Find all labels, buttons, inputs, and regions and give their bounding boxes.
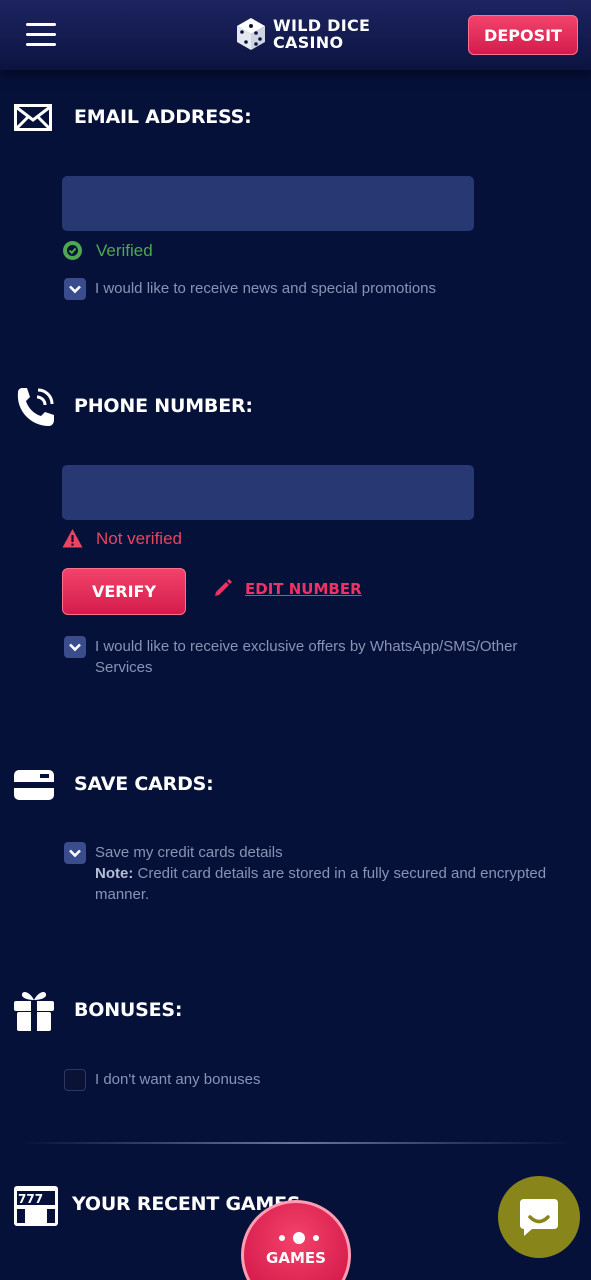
save-cards-text: Save my credit cards details Note: Credi… xyxy=(95,842,554,905)
email-status-text: Verified xyxy=(96,240,153,260)
edit-number-label: EDIT NUMBER xyxy=(245,579,362,598)
email-promotions-label: I would like to receive news and special… xyxy=(95,280,437,297)
no-bonus-option: I don't want any bonuses xyxy=(64,1069,260,1091)
phone-status-text: Not verified xyxy=(96,528,182,548)
phone-section-title: PHONE NUMBER: xyxy=(74,395,253,417)
slot-machine-icon: 777 xyxy=(14,1186,58,1226)
email-promotions-checkbox[interactable] xyxy=(64,278,86,300)
menu-icon[interactable] xyxy=(26,23,56,47)
top-bar: WILD DICE CASINO DEPOSIT xyxy=(0,0,591,70)
email-promotions-option: I would like to receive news and special… xyxy=(64,278,436,300)
email-field[interactable] xyxy=(62,176,474,231)
svg-text:777: 777 xyxy=(18,1192,43,1206)
dice-icon xyxy=(237,18,265,50)
save-cards-checkbox[interactable] xyxy=(64,842,86,864)
save-cards-label: Save my credit cards details xyxy=(95,844,283,861)
edit-number-link[interactable]: EDIT NUMBER xyxy=(212,578,362,599)
chat-bubble-icon xyxy=(520,1199,558,1236)
note-text: Credit card details are stored in a full… xyxy=(95,865,547,903)
logo-line-2: CASINO xyxy=(273,33,344,52)
divider xyxy=(20,1142,571,1144)
gift-icon xyxy=(14,992,54,1031)
save-cards-option: Save my credit cards details Note: Credi… xyxy=(64,842,554,905)
chevron-down-icon xyxy=(69,849,81,858)
phone-offers-label: I would like to receive exclusive offers… xyxy=(95,638,518,676)
email-section-title: EMAIL ADDRESS: xyxy=(74,106,252,128)
no-bonus-checkbox[interactable] xyxy=(64,1069,86,1091)
games-label: GAMES xyxy=(266,1249,326,1267)
no-bonus-label: I don't want any bonuses xyxy=(95,1071,261,1088)
deposit-button[interactable]: DEPOSIT xyxy=(468,15,578,55)
logo[interactable]: WILD DICE CASINO xyxy=(233,14,370,54)
chevron-down-icon xyxy=(69,285,81,294)
save-cards-note: Note: Credit card details are stored in … xyxy=(95,863,554,905)
check-circle-icon xyxy=(63,241,82,260)
logo-text: WILD DICE CASINO xyxy=(273,17,370,51)
bonuses-section-title: BONUSES: xyxy=(74,999,183,1021)
dots-icon xyxy=(279,1232,319,1244)
phone-icon xyxy=(17,388,54,426)
cards-section-title: SAVE CARDS: xyxy=(74,773,214,795)
phone-status: Not verified xyxy=(62,528,182,549)
logo-line-1: WILD DICE xyxy=(273,16,371,35)
warning-icon xyxy=(62,529,83,548)
phone-offers-checkbox[interactable] xyxy=(64,636,86,658)
verify-button[interactable]: VERIFY xyxy=(62,568,186,615)
chat-button[interactable] xyxy=(498,1176,580,1258)
email-status: Verified xyxy=(62,240,153,261)
chevron-down-icon xyxy=(69,643,81,652)
credit-card-icon xyxy=(14,770,54,800)
phone-field[interactable] xyxy=(62,465,474,520)
pencil-icon xyxy=(215,579,232,596)
envelope-icon xyxy=(14,104,52,131)
note-label: Note: xyxy=(95,865,134,882)
phone-offers-option: I would like to receive exclusive offers… xyxy=(64,636,544,678)
